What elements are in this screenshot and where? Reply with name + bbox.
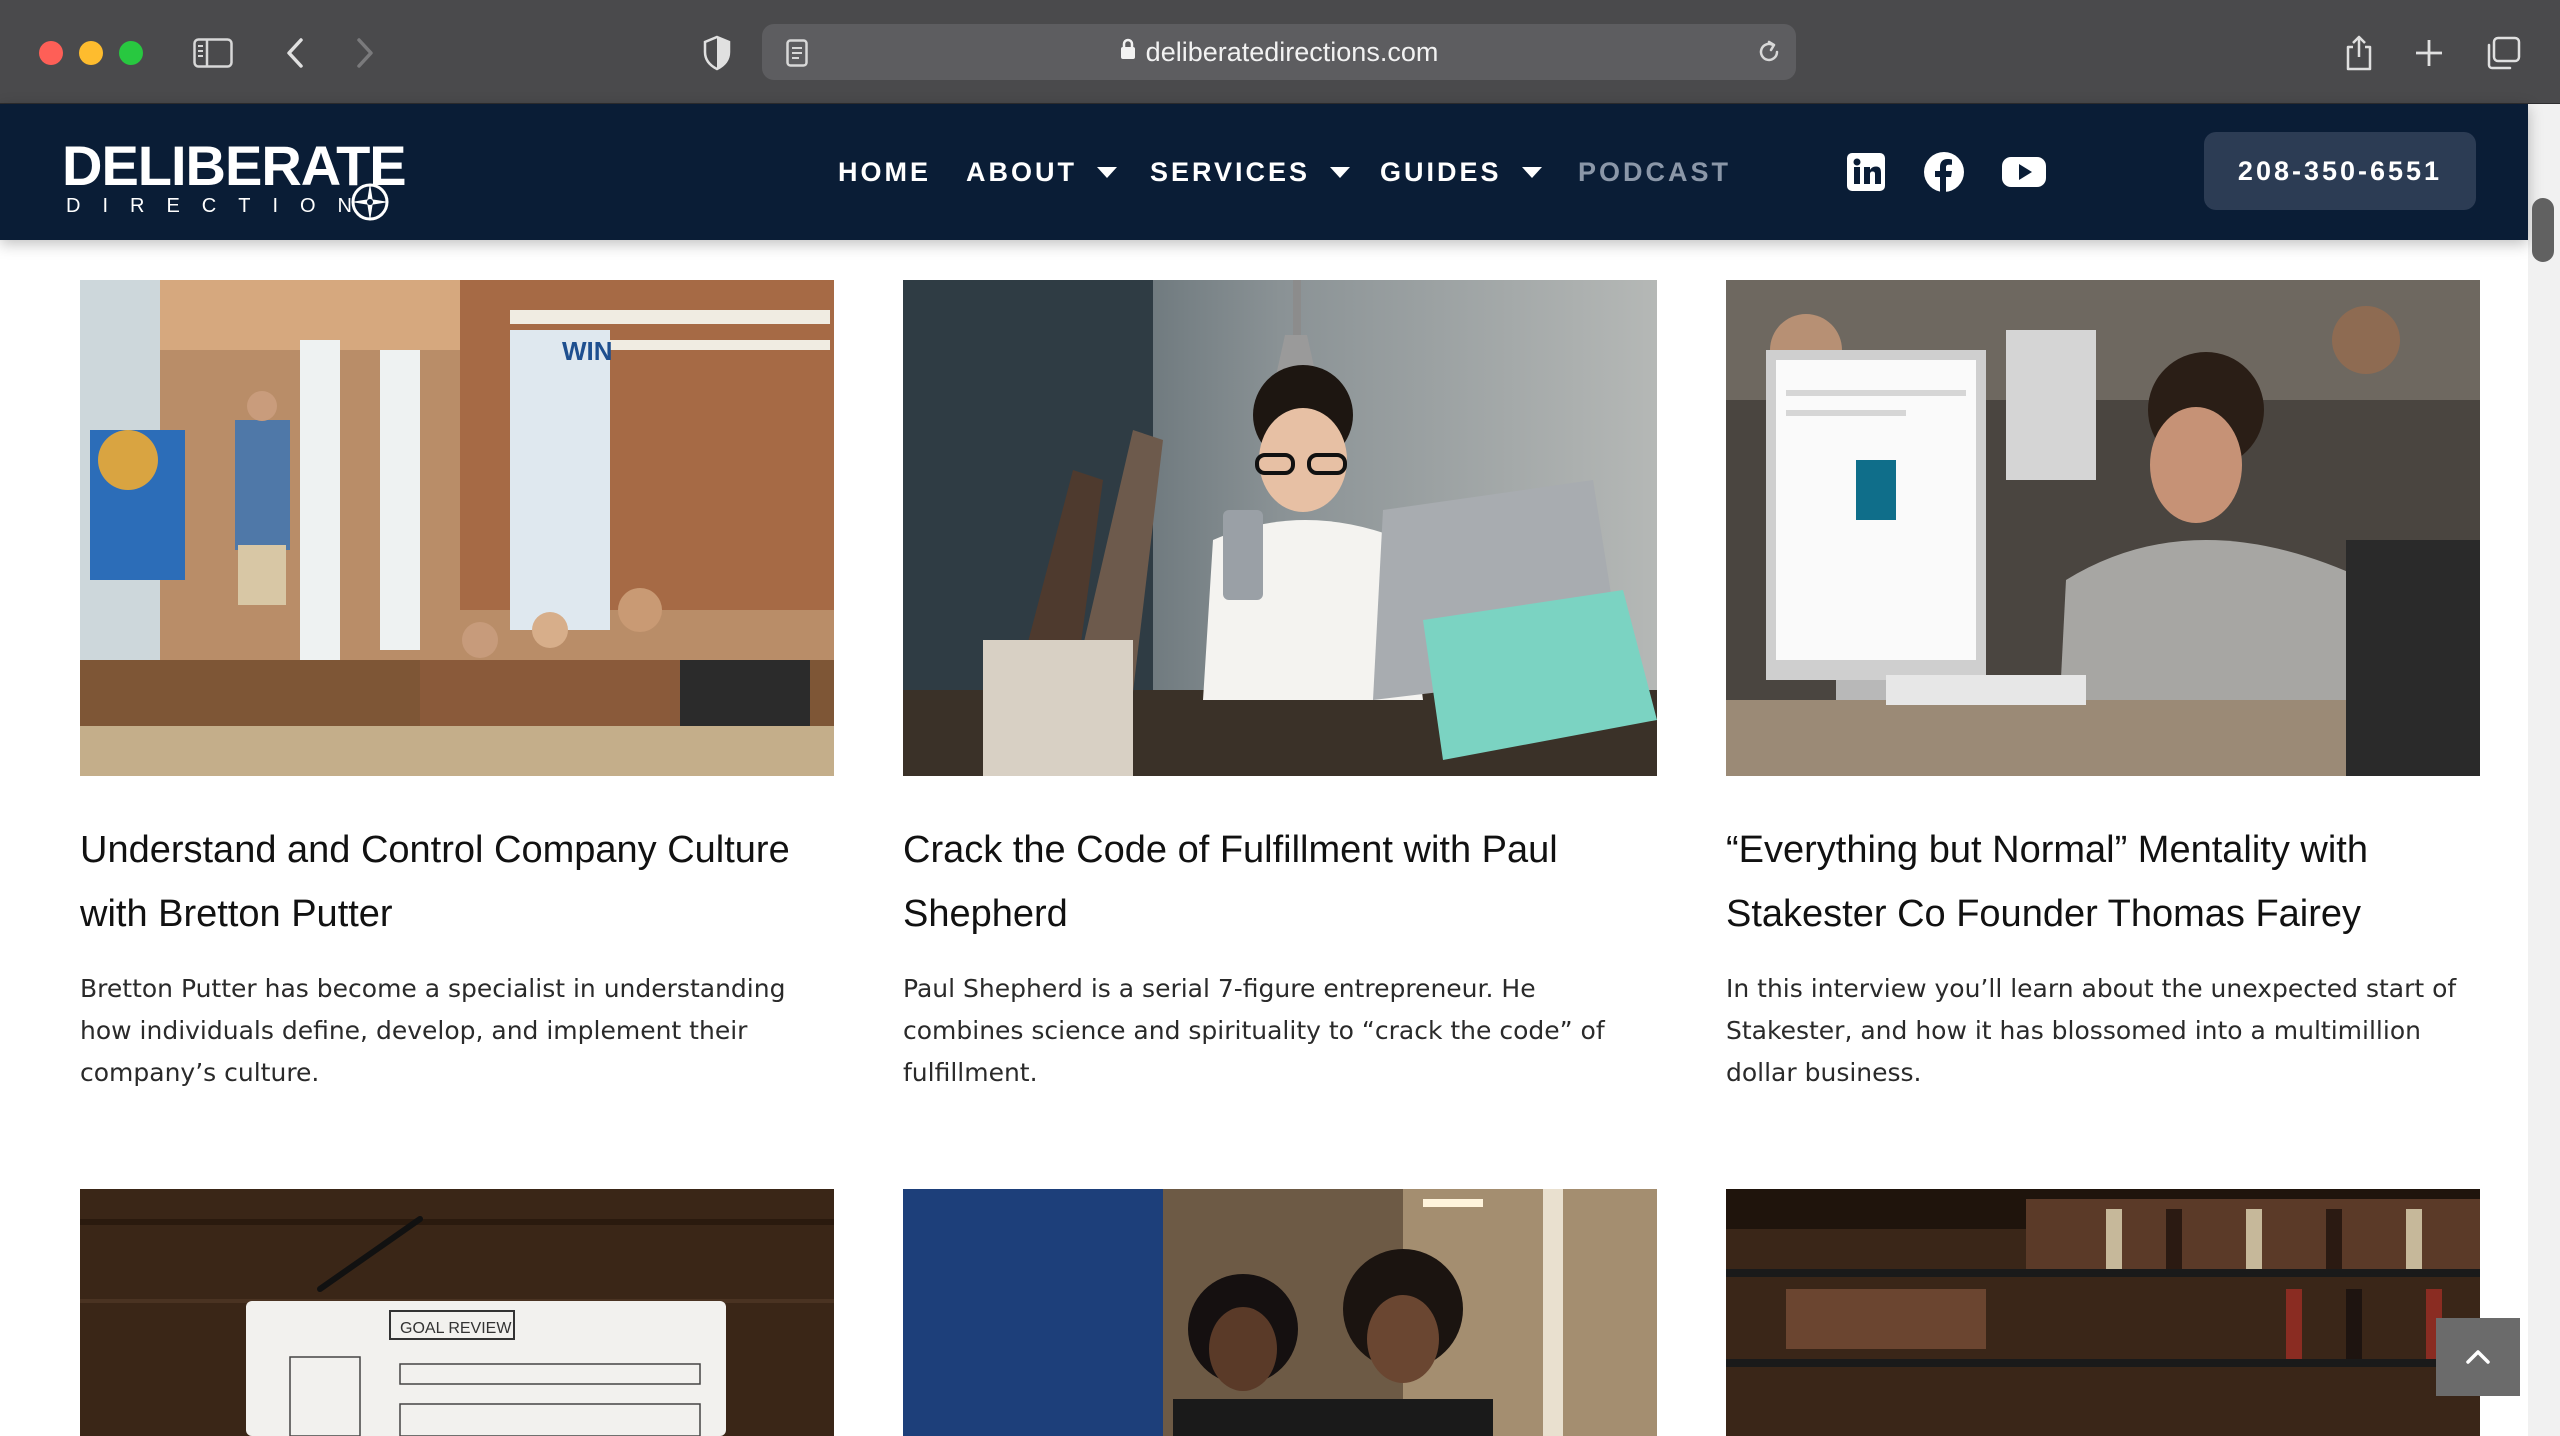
chevron-down-icon: [1097, 166, 1117, 178]
nav-guides-label: GUIDES: [1380, 156, 1502, 187]
share-icon[interactable]: [2336, 30, 2382, 76]
close-window-button[interactable]: [39, 41, 63, 65]
reload-icon[interactable]: [1746, 29, 1792, 75]
post-excerpt: Paul Shepherd is a serial 7-figure entre…: [903, 974, 1605, 1087]
nav-home[interactable]: HOME: [838, 104, 931, 240]
address-bar[interactable]: deliberatedirections.com: [762, 24, 1796, 80]
site-header: DELIBERATE DIRECTIONS HOME ABOUT SERVICE…: [0, 104, 2528, 240]
post-image-woman-phone-laptop[interactable]: [903, 280, 1657, 776]
post-image-goal-review[interactable]: GOAL REVIEW: [80, 1189, 834, 1436]
post-title[interactable]: Crack the Code of Fulfillment with Paul …: [903, 818, 1657, 946]
privacy-shield-icon[interactable]: [694, 30, 740, 76]
lock-icon: [1120, 23, 1136, 79]
nav-about[interactable]: ABOUT: [966, 104, 1117, 240]
post-image-wine-shelves[interactable]: [1726, 1189, 2480, 1436]
url-value: deliberatedirections.com: [1145, 37, 1439, 67]
goal-review-text: GOAL REVIEW: [400, 1320, 512, 1337]
youtube-icon[interactable]: [2000, 150, 2048, 194]
back-arrow-icon[interactable]: [272, 30, 318, 76]
post-excerpt: In this interview you’ll learn about the…: [1726, 974, 2457, 1087]
post-image-man-at-computer[interactable]: [1726, 280, 2480, 776]
sidebar-toggle-icon[interactable]: [190, 30, 236, 76]
post-card[interactable]: WIN Understand and Control Company Cultu…: [80, 280, 834, 1100]
post-title[interactable]: “Everything but Normal” Mentality with S…: [1726, 818, 2480, 946]
browser-toolbar: deliberatedirections.com: [0, 0, 2560, 104]
nav-home-label: HOME: [838, 156, 931, 187]
post-card[interactable]: Crack the Code of Fulfillment with Paul …: [903, 280, 1657, 1100]
minimize-window-button[interactable]: [79, 41, 103, 65]
back-to-top-button[interactable]: [2436, 1318, 2520, 1396]
zoom-window-button[interactable]: [119, 41, 143, 65]
post-image-two-women-office[interactable]: [903, 1189, 1657, 1436]
nav-podcast[interactable]: PODCAST: [1578, 104, 1731, 240]
post-card[interactable]: [1726, 1189, 2480, 1436]
linkedin-icon[interactable]: [1844, 150, 1888, 194]
post-title[interactable]: Understand and Control Company Culture w…: [80, 818, 834, 946]
post-card[interactable]: [903, 1189, 1657, 1436]
tab-overview-icon[interactable]: [2480, 30, 2526, 76]
compass-icon: [351, 183, 389, 221]
page-scrollbar-track[interactable]: [2528, 104, 2560, 1436]
chevron-down-icon: [1521, 166, 1542, 178]
forward-arrow-icon[interactable]: [342, 30, 388, 76]
nav-about-label: ABOUT: [966, 156, 1077, 187]
post-card[interactable]: “Everything but Normal” Mentality with S…: [1726, 280, 2480, 1100]
nav-services-label: SERVICES: [1150, 156, 1311, 187]
url-text: deliberatedirections.com: [762, 24, 1796, 80]
new-tab-plus-icon[interactable]: [2406, 30, 2452, 76]
chevron-up-icon: [2466, 1350, 2490, 1364]
page-scrollbar-thumb[interactable]: [2532, 198, 2554, 262]
post-excerpt: Bretton Putter has become a specialist i…: [80, 974, 786, 1087]
chevron-down-icon: [1330, 166, 1351, 178]
phone-button[interactable]: 208-350-6551: [2204, 132, 2476, 210]
win-sign-text: WIN: [562, 336, 613, 366]
post-image-office-presentation[interactable]: WIN: [80, 280, 834, 776]
nav-services[interactable]: SERVICES: [1150, 104, 1351, 240]
post-card[interactable]: GOAL REVIEW: [80, 1189, 834, 1436]
site-logo[interactable]: DELIBERATE DIRECTIONS: [62, 138, 407, 228]
nav-guides[interactable]: GUIDES: [1380, 104, 1542, 240]
nav-podcast-label: PODCAST: [1578, 156, 1732, 187]
facebook-icon[interactable]: [1922, 150, 1966, 194]
